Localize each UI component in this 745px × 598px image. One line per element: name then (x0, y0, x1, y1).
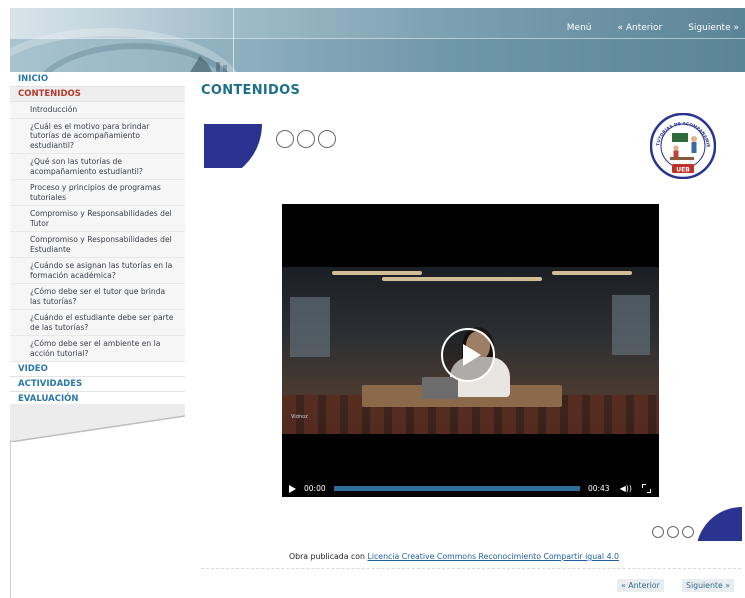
big-play-button[interactable] (441, 328, 495, 382)
nav-prev-link[interactable]: « Anterior (617, 23, 662, 33)
logo-ueb-text: UEB (676, 167, 690, 174)
sidebar-item-contenidos[interactable]: CONTENIDOS (10, 87, 185, 102)
footer-prev-button[interactable]: « Anterior (617, 579, 664, 592)
sidebar-subitem[interactable]: Compromiso y Responsabilidades del Tutor (10, 206, 185, 232)
circle-outline (652, 526, 664, 538)
top-nav: Menú « Anterior Siguiente » (567, 23, 739, 33)
sidebar-subitem[interactable]: ¿Cuándo se asignan las tutorías en la fo… (10, 258, 185, 284)
volume-icon[interactable]: ◀)) (620, 484, 632, 493)
video-watermark: Vidnoz (291, 414, 308, 420)
header-divider (233, 8, 234, 72)
sidebar-subitem[interactable]: ¿Cuál es el motivo para brindar tutorías… (10, 118, 185, 154)
footer-divider (201, 568, 741, 569)
sidebar-item-video[interactable]: VIDEO (10, 362, 185, 377)
half-circle-decoration-bottom (696, 507, 742, 541)
sidebar-subitem[interactable]: Proceso y principios de programas tutori… (10, 180, 185, 206)
page-title: CONTENIDOS (201, 83, 301, 98)
video-controls: 00:00 00:43 ◀)) (282, 480, 659, 497)
sidebar-item-actividades[interactable]: ACTIVIDADES (10, 377, 185, 392)
video-player[interactable]: Vidnoz 00:00 00:43 ◀)) (282, 204, 659, 497)
sidebar-subitem[interactable]: Compromiso y Responsabilidades del Estud… (10, 232, 185, 258)
current-time: 00:00 (304, 484, 326, 493)
three-circles-decoration (276, 130, 336, 148)
sidebar: INICIO CONTENIDOS Introducción ¿Cuál es … (10, 72, 185, 407)
sidebar-subitem[interactable]: ¿Cuándo el estudiante debe ser parte de … (10, 310, 185, 336)
sidebar-subitem[interactable]: ¿Qué son las tutorías de acompañamiento … (10, 154, 185, 180)
fullscreen-icon[interactable] (642, 484, 651, 493)
sidebar-item-inicio[interactable]: INICIO (10, 72, 185, 87)
sidebar-fade-decoration (10, 404, 185, 442)
footer-next-button[interactable]: Siguiente » (682, 579, 735, 592)
sidebar-subitem[interactable]: Introducción (10, 102, 185, 119)
left-border-line (10, 440, 11, 598)
nav-next-link[interactable]: Siguiente » (688, 23, 739, 33)
license-text: Obra publicada con Licencia Creative Com… (289, 552, 619, 561)
tutorias-logo: TUTORÍAS DE ACOMPAÑAMIENTO ESTUDIANTIL U… (650, 113, 716, 179)
sidebar-subitem[interactable]: ¿Cómo debe ser el ambiente en la acción … (10, 336, 185, 362)
three-circles-decoration-small (652, 526, 694, 538)
license-link[interactable]: Licencia Creative Commons Reconocimiento… (367, 552, 619, 561)
half-circle-decoration (204, 124, 264, 168)
circle-outline (318, 130, 336, 148)
duration: 00:43 (587, 484, 610, 493)
progress-bar[interactable] (333, 486, 580, 491)
circle-outline (297, 130, 315, 148)
circle-outline (667, 526, 679, 538)
building-silhouette-icon (190, 56, 227, 72)
sidebar-subitem[interactable]: ¿Cómo debe ser el tutor que brinda las t… (10, 284, 185, 310)
license-prefix: Obra publicada con (289, 552, 365, 561)
nav-menu-link[interactable]: Menú (567, 23, 592, 33)
header-banner: Menú « Anterior Siguiente » (10, 8, 745, 72)
circle-outline (682, 526, 694, 538)
circle-outline (276, 130, 294, 148)
header-line (10, 38, 745, 39)
play-icon[interactable] (289, 484, 296, 493)
